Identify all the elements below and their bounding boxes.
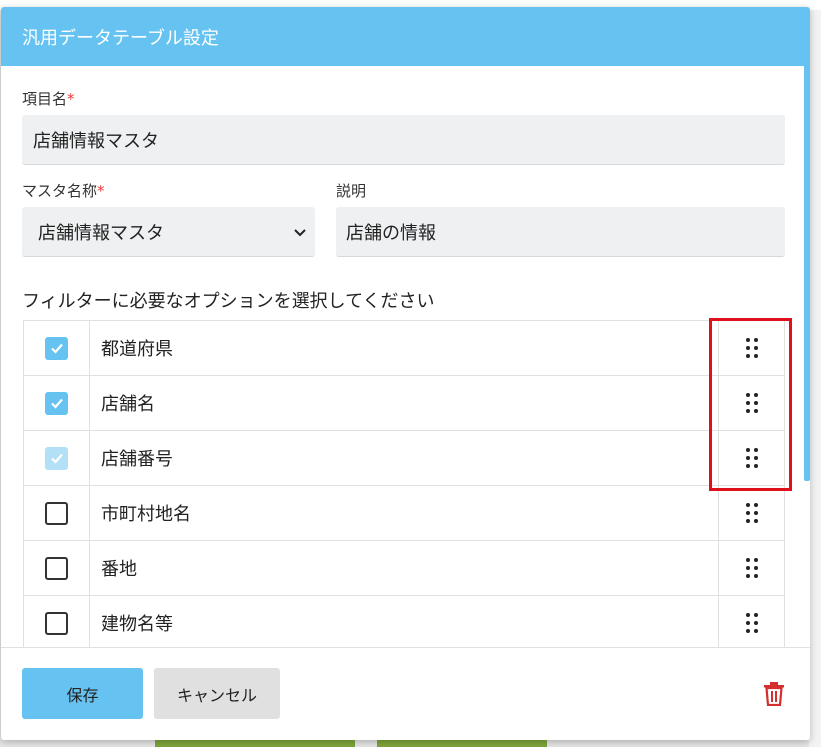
- master-name-value: 店舗情報マスタ: [38, 222, 164, 244]
- table-row: 店舗名: [23, 376, 785, 431]
- table-row: 建物名等: [23, 596, 785, 651]
- option-checkbox: [45, 446, 68, 470]
- option-label: 建物名等: [101, 614, 173, 635]
- item-name-value: 店舗情報マスタ: [33, 130, 159, 152]
- dialog-title: 汎用データテーブル設定: [22, 27, 219, 49]
- option-checkbox[interactable]: [45, 501, 68, 525]
- description-input[interactable]: 店舗の情報: [336, 207, 785, 257]
- checkbox-cell: [23, 376, 90, 430]
- option-checkbox[interactable]: [45, 336, 68, 360]
- drag-handle[interactable]: [718, 321, 785, 375]
- description-value: 店舗の情報: [346, 222, 436, 244]
- drag-handle-icon: [745, 338, 758, 358]
- required-mark: *: [97, 182, 105, 200]
- checkbox-cell: [23, 541, 90, 595]
- dialog-footer: 保存 キャンセル: [1, 647, 810, 740]
- option-label: 番地: [101, 559, 137, 580]
- required-mark: *: [67, 90, 75, 108]
- checkbox-cell: [23, 486, 90, 540]
- item-name-label: 項目名*: [22, 90, 75, 108]
- drag-handle-icon: [745, 393, 758, 413]
- drag-handle[interactable]: [718, 431, 785, 485]
- drag-handle-icon: [745, 613, 758, 633]
- drag-handle[interactable]: [718, 376, 785, 430]
- drag-handle-icon: [745, 503, 758, 523]
- cancel-button[interactable]: キャンセル: [154, 668, 280, 719]
- drag-handle-icon: [745, 448, 758, 468]
- save-button[interactable]: 保存: [22, 668, 143, 719]
- drag-handle[interactable]: [718, 486, 785, 540]
- table-row: 番地: [23, 541, 785, 596]
- background-right-column: [809, 10, 821, 747]
- master-name-label: マスタ名称*: [22, 182, 105, 200]
- table-row: 市町村地名: [23, 486, 785, 541]
- option-label: 店舗番号: [101, 449, 173, 470]
- description-label: 説明: [336, 182, 367, 200]
- dialog-header: 汎用データテーブル設定: [1, 7, 810, 66]
- table-row: 都道府県: [23, 321, 785, 376]
- checkbox-cell: [23, 431, 90, 485]
- filter-options-table: 都道府県店舗名店舗番号市町村地名番地建物名等: [23, 320, 785, 651]
- drag-handle-icon: [745, 558, 758, 578]
- option-label: 店舗名: [101, 394, 155, 415]
- option-checkbox[interactable]: [45, 556, 68, 580]
- item-name-input[interactable]: 店舗情報マスタ: [22, 115, 785, 165]
- option-label: 都道府県: [101, 339, 173, 360]
- drag-handle[interactable]: [718, 596, 785, 650]
- master-name-select[interactable]: 店舗情報マスタ: [22, 207, 315, 257]
- check-icon: [50, 453, 63, 464]
- option-checkbox[interactable]: [45, 611, 68, 635]
- drag-handle[interactable]: [718, 541, 785, 595]
- checkbox-cell: [23, 321, 90, 375]
- chevron-down-icon: [294, 228, 306, 236]
- settings-dialog: 汎用データテーブル設定 項目名* 店舗情報マスタ マスタ名称* 店舗情報マスタ …: [1, 7, 810, 740]
- option-label: 市町村地名: [101, 504, 191, 525]
- option-checkbox[interactable]: [45, 391, 68, 415]
- checkbox-cell: [23, 596, 90, 650]
- trash-icon[interactable]: [763, 681, 785, 706]
- check-icon: [50, 398, 63, 409]
- table-row: 店舗番号: [23, 431, 785, 486]
- check-icon: [50, 343, 63, 354]
- scrollbar[interactable]: [804, 66, 810, 481]
- filter-instruction: フィルターに必要なオプションを選択してください: [22, 291, 435, 312]
